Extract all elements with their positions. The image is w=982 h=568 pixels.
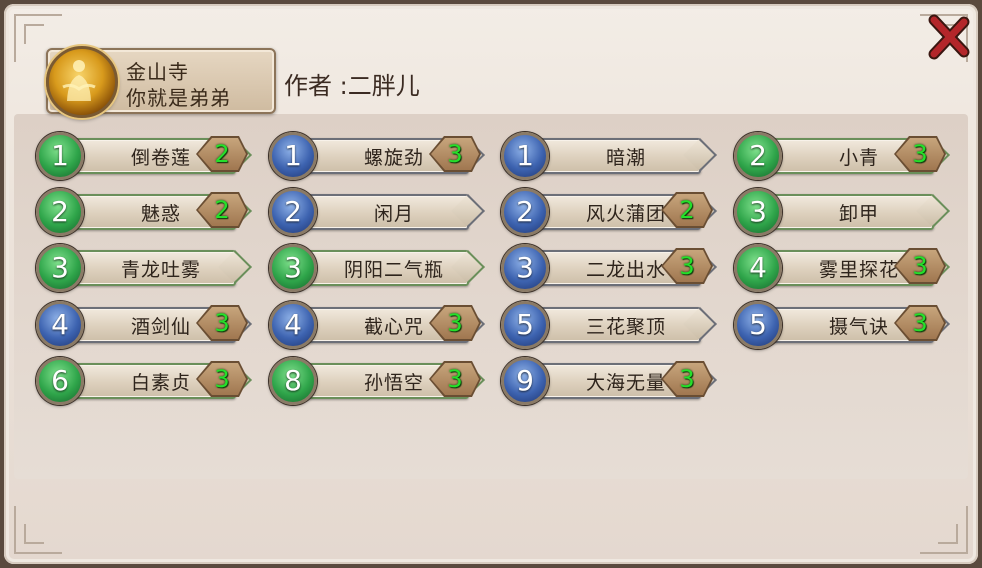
skill-level-badge: 8 <box>269 357 317 405</box>
skill-item[interactable]: 4 雾里探花 3 <box>734 244 948 292</box>
skill-item[interactable]: 2 小青 3 <box>734 132 948 180</box>
skill-item[interactable]: 4 酒剑仙 3 <box>36 301 250 349</box>
skill-level-badge: 2 <box>269 188 317 236</box>
skill-name: 暗潮 <box>605 147 646 169</box>
skill-level-badge: 2 <box>734 132 782 180</box>
skill-item[interactable]: 9 大海无量 3 <box>501 357 715 405</box>
skill-item[interactable]: 4 截心咒 3 <box>269 301 483 349</box>
close-button[interactable] <box>926 14 972 60</box>
skill-level-badge: 1 <box>36 132 84 180</box>
skill-item[interactable]: 1 暗潮 <box>501 132 715 180</box>
skill-item[interactable]: 2 风火蒲团 2 <box>501 188 715 236</box>
plate-title: 金山寺 <box>126 60 189 84</box>
skill-item[interactable]: 2 魅惑 2 <box>36 188 250 236</box>
skill-level-badge: 5 <box>501 301 549 349</box>
skill-level-badge: 3 <box>36 244 84 292</box>
plate-subtitle: 你就是弟弟 <box>126 86 231 110</box>
skill-item[interactable]: 3 二龙出水 3 <box>501 244 715 292</box>
skill-name: 闲月 <box>373 203 414 225</box>
skill-item[interactable]: 3 卸甲 <box>734 188 948 236</box>
skill-item[interactable]: 3 阴阳二气瓶 <box>269 244 483 292</box>
buddha-avatar-icon <box>46 46 118 118</box>
skill-name: 三花聚顶 <box>585 316 666 338</box>
skill-item[interactable]: 5 三花聚顶 <box>501 301 715 349</box>
skill-item[interactable]: 3 青龙吐雾 <box>36 244 250 292</box>
skill-level-badge: 4 <box>269 301 317 349</box>
skill-item[interactable]: 6 白素贞 3 <box>36 357 250 405</box>
skill-item[interactable]: 2 闲月 <box>269 188 483 236</box>
skill-name: 卸甲 <box>838 203 879 225</box>
author-name: 二胖儿 <box>347 72 420 100</box>
skill-level-badge: 3 <box>734 188 782 236</box>
skill-name: 青龙吐雾 <box>120 259 201 281</box>
skill-level-badge: 4 <box>36 301 84 349</box>
skill-level-badge: 4 <box>734 244 782 292</box>
skill-item[interactable]: 5 摄气诀 3 <box>734 301 948 349</box>
author-separator: : <box>339 72 348 100</box>
dialog-panel: 金山寺 你就是弟弟 作者 :二胖儿 1 倒卷莲 2 1 螺旋劲 3 1 暗潮 2 小青 3 2 魅惑 2 2… <box>4 4 978 564</box>
skill-level-badge: 5 <box>734 301 782 349</box>
skill-level-badge: 1 <box>501 132 549 180</box>
skill-name: 阴阳二气瓶 <box>343 259 444 281</box>
author-prefix: 作者 <box>284 72 332 100</box>
corner-ornament <box>920 506 968 554</box>
skill-item[interactable]: 1 倒卷莲 2 <box>36 132 250 180</box>
author-label: 作者 :二胖儿 <box>284 66 420 101</box>
skill-level-badge: 2 <box>501 188 549 236</box>
lineup-plate[interactable]: 金山寺 你就是弟弟 <box>46 46 276 118</box>
close-icon <box>928 14 970 60</box>
skill-level-badge: 9 <box>501 357 549 405</box>
skill-level-badge: 2 <box>36 188 84 236</box>
corner-ornament <box>14 506 62 554</box>
skill-level-badge: 6 <box>36 357 84 405</box>
skill-item[interactable]: 1 螺旋劲 3 <box>269 132 483 180</box>
skill-level-badge: 1 <box>269 132 317 180</box>
skill-level-badge: 3 <box>501 244 549 292</box>
skill-item[interactable]: 8 孙悟空 3 <box>269 357 483 405</box>
skill-level-badge: 3 <box>269 244 317 292</box>
